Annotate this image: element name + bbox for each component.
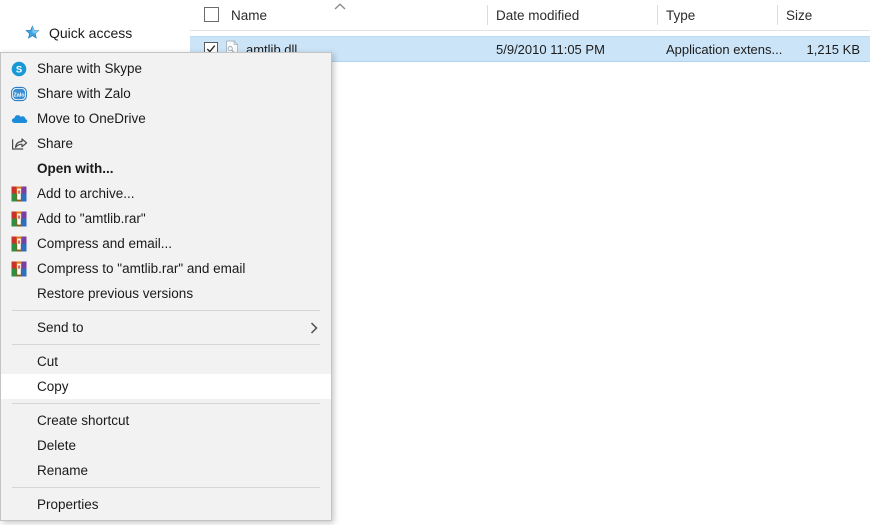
menu-item-label: Add to "amtlib.rar" (37, 210, 146, 226)
menu-separator (12, 487, 320, 488)
menu-item-icon-placeholder (10, 160, 28, 178)
file-size-label: 1,215 KB (806, 41, 861, 57)
menu-item-share-with-zalo[interactable]: Zalo Share with Zalo (1, 81, 331, 106)
menu-item-share-with-skype[interactable]: S Share with Skype (1, 56, 331, 81)
winrar-icon (10, 210, 28, 228)
menu-separator (12, 310, 320, 311)
menu-item-open-with[interactable]: Open with... (1, 156, 331, 181)
sort-ascending-icon (331, 1, 349, 13)
column-header-label: Size (786, 7, 813, 23)
menu-item-label: Send to (37, 319, 84, 335)
menu-item-icon-placeholder (10, 496, 28, 514)
sidebar-item-label: Quick access (49, 25, 133, 41)
menu-item-icon-placeholder (10, 412, 28, 430)
menu-item-label: Share with Skype (37, 60, 143, 76)
share-arrow-icon (10, 135, 28, 153)
menu-item-cut[interactable]: Cut (1, 349, 331, 374)
menu-item-label: Rename (37, 462, 89, 478)
menu-item-label: Delete (37, 437, 77, 453)
menu-item-label: Compress to "amtlib.rar" and email (37, 260, 246, 276)
menu-item-create-shortcut[interactable]: Create shortcut (1, 408, 331, 433)
menu-item-restore-previous-versions[interactable]: Restore previous versions (1, 281, 331, 306)
file-type-label: Application extens... (666, 41, 783, 57)
skype-icon: S (10, 60, 28, 78)
menu-item-label: Open with... (37, 160, 114, 176)
column-header-date-modified[interactable]: Date modified (487, 0, 657, 30)
menu-item-label: Add to archive... (37, 185, 135, 201)
menu-item-label: Restore previous versions (37, 285, 194, 301)
sidebar-item-quick-access[interactable]: Quick access (24, 22, 132, 44)
file-date-modified-label: 5/9/2010 11:05 PM (496, 41, 605, 57)
onedrive-cloud-icon (10, 110, 28, 128)
chevron-right-icon (309, 321, 319, 335)
menu-item-label: Compress and email... (37, 235, 173, 251)
file-type-cell: Application extens... (666, 37, 782, 61)
menu-item-add-to-archive[interactable]: Add to archive... (1, 181, 331, 206)
menu-item-compress-and-email[interactable]: Compress and email... (1, 231, 331, 256)
menu-separator (12, 403, 320, 404)
menu-separator (12, 344, 320, 345)
context-menu[interactable]: S Share with Skype Zalo Share with Zalo (0, 52, 332, 521)
menu-item-icon-placeholder (10, 353, 28, 371)
menu-item-icon-placeholder (10, 437, 28, 455)
menu-item-icon-placeholder (10, 285, 28, 303)
svg-text:S: S (16, 64, 22, 75)
menu-item-label: Cut (37, 353, 59, 369)
column-header-type[interactable]: Type (657, 0, 777, 30)
column-header-label: Type (666, 7, 696, 23)
file-date-modified-cell: 5/9/2010 11:05 PM (496, 37, 605, 61)
pin-star-icon (24, 24, 41, 42)
menu-item-icon-placeholder (10, 319, 28, 337)
column-header-name[interactable]: Name (204, 0, 484, 30)
menu-item-label: Share with Zalo (37, 85, 131, 101)
menu-item-move-to-onedrive[interactable]: Move to OneDrive (1, 106, 331, 131)
menu-item-icon-placeholder (10, 462, 28, 480)
menu-item-rename[interactable]: Rename (1, 458, 331, 483)
menu-item-properties[interactable]: Properties (1, 492, 331, 517)
select-all-checkbox[interactable] (204, 7, 219, 22)
winrar-icon (10, 235, 28, 253)
menu-item-delete[interactable]: Delete (1, 433, 331, 458)
winrar-icon (10, 185, 28, 203)
column-headers: Name Date modified Type Size (190, 0, 870, 31)
menu-item-share[interactable]: Share (1, 131, 331, 156)
menu-item-label: Share (37, 135, 74, 151)
menu-item-label: Create shortcut (37, 412, 130, 428)
zalo-icon: Zalo (10, 85, 28, 103)
menu-item-label: Copy (37, 378, 69, 394)
menu-item-label: Properties (37, 496, 99, 512)
file-explorer-window: Quick access Name Date modified Type Siz… (0, 0, 870, 525)
menu-item-copy[interactable]: Copy (1, 374, 331, 399)
svg-text:Zalo: Zalo (13, 92, 25, 98)
winrar-icon (10, 260, 28, 278)
menu-item-icon-placeholder (10, 378, 28, 396)
file-size-cell: 1,215 KB (777, 37, 861, 61)
column-header-size[interactable]: Size (777, 0, 870, 30)
menu-item-label: Move to OneDrive (37, 110, 146, 126)
column-header-label: Name (231, 7, 268, 23)
menu-item-send-to[interactable]: Send to (1, 315, 331, 340)
column-header-label: Date modified (496, 7, 580, 23)
menu-item-add-to-rar[interactable]: Add to "amtlib.rar" (1, 206, 331, 231)
menu-item-compress-to-rar-and-email[interactable]: Compress to "amtlib.rar" and email (1, 256, 331, 281)
